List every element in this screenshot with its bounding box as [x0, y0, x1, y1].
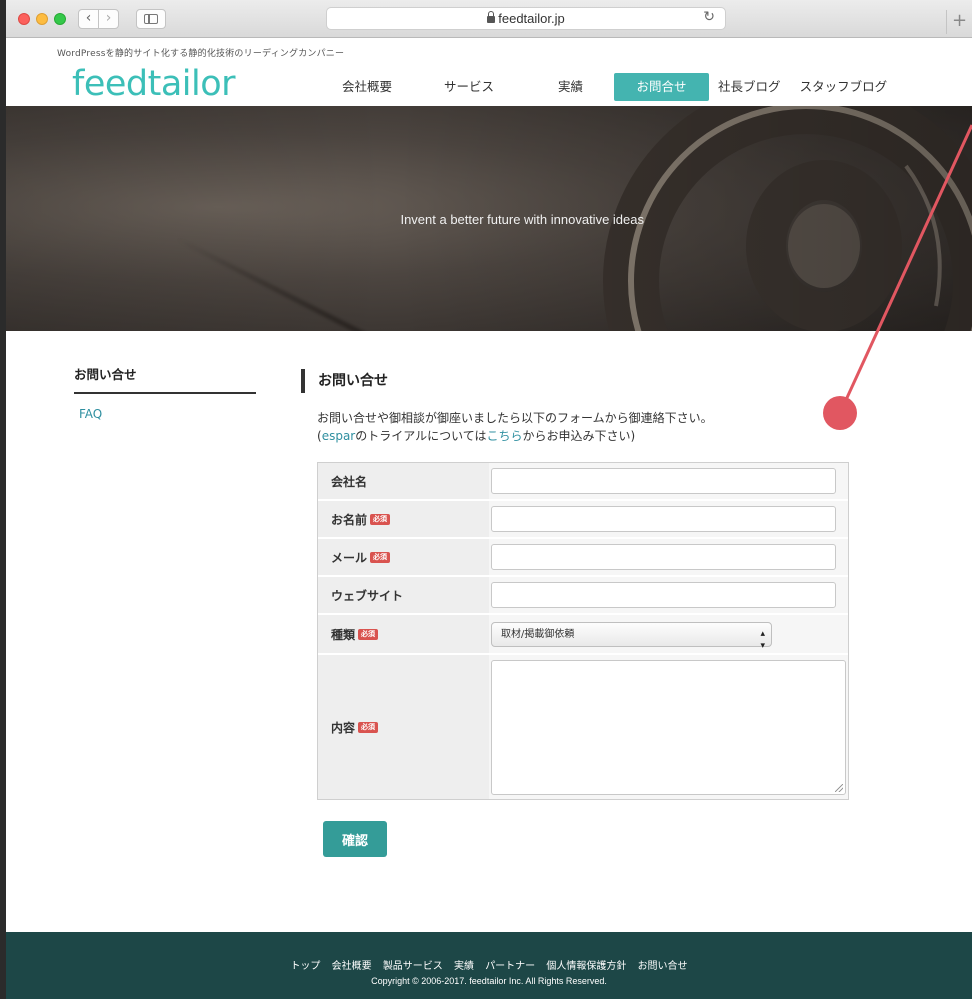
form-row-type: 種類 必須 取材/掲載御依頼 ▴ ▾ — [318, 615, 848, 655]
hero-banner: Invent a better future with innovative i… — [6, 106, 972, 331]
footer-link-products[interactable]: 製品サービス — [383, 961, 443, 972]
new-tab-button[interactable]: + — [946, 10, 972, 34]
website-label-text: ウェブサイト — [331, 588, 404, 603]
content-label-text: 内容 — [331, 720, 356, 735]
contact-form: 会社名 お名前必須 メール必須 ウェブサイト 種類必須 取材/掲載御依頼 — [317, 462, 849, 800]
copyright-text: Copyright © 2006-2017. feedtailor Inc. A… — [371, 976, 607, 986]
minimize-window-button[interactable] — [36, 13, 48, 25]
chevron-right-icon: › — [105, 10, 112, 26]
form-row-name: お名前 必須 — [318, 501, 848, 539]
email-field-cell — [489, 539, 848, 575]
email-label: メール 必須 — [318, 539, 489, 575]
site-footer: トップ 会社概要 製品サービス 実績 パートナー 個人情報保護方針 お問い合せ … — [6, 932, 972, 999]
footer-link-works[interactable]: 実績 — [454, 961, 474, 972]
confirm-button[interactable]: 確認 — [323, 821, 387, 857]
email-label-text: メール — [331, 550, 368, 565]
name-label: お名前 必須 — [318, 501, 489, 537]
intro-line-1: お問い合せや御相談が御座いましたら以下のフォームから御連絡下さい。 — [317, 411, 713, 425]
page-title: お問い合せ — [301, 369, 861, 393]
type-label-text: 種類 — [331, 627, 356, 642]
name-label-text: お名前 — [331, 512, 368, 527]
nav-item-ceo-blog[interactable]: 社長ブログ — [718, 73, 781, 101]
sidebar-toggle-button[interactable] — [136, 9, 166, 29]
zoom-window-button[interactable] — [54, 13, 66, 25]
required-badge: 必須 — [370, 551, 391, 563]
company-field-cell — [489, 463, 848, 499]
kochira-link[interactable]: こちら — [487, 429, 523, 443]
content-field-cell — [489, 655, 848, 799]
name-field-cell — [489, 501, 848, 537]
footer-link-contact[interactable]: お問い合せ — [638, 961, 688, 972]
required-badge: 必須 — [370, 513, 391, 525]
hero-tagline: Invent a better future with innovative i… — [400, 212, 644, 227]
website-field-cell — [489, 577, 848, 613]
sidebar-item-faq[interactable]: FAQ — [79, 407, 256, 421]
address-bar[interactable]: feedtailor.jp ↻ — [326, 7, 726, 30]
browser-toolbar: ‹ › feedtailor.jp ↻ + — [6, 0, 972, 38]
site-logo[interactable]: feedtailor — [72, 64, 236, 104]
nav-item-about[interactable]: 会社概要 — [342, 73, 392, 101]
company-input[interactable] — [491, 468, 836, 494]
name-input[interactable] — [491, 506, 836, 532]
required-badge: 必須 — [358, 721, 379, 733]
url-text: feedtailor.jp — [498, 11, 565, 26]
sidebar-title: お問い合せ — [74, 364, 256, 394]
intro-text: お問い合せや御相談が御座いましたら以下のフォームから御連絡下さい。 (espar… — [317, 409, 861, 445]
content-label: 内容 必須 — [318, 655, 489, 799]
back-button[interactable]: ‹ — [78, 9, 99, 29]
type-label: 種類 必須 — [318, 615, 489, 653]
sidebar-icon — [144, 14, 158, 24]
nav-item-staff-blog[interactable]: スタッフブログ — [800, 73, 888, 101]
company-label: 会社名 — [318, 463, 489, 499]
footer-link-privacy[interactable]: 個人情報保護方針 — [546, 961, 626, 972]
forward-button[interactable]: › — [98, 9, 119, 29]
close-window-button[interactable] — [18, 13, 30, 25]
type-select[interactable]: 取材/掲載御依頼 ▴ ▾ — [491, 621, 772, 651]
form-row-email: メール 必須 — [318, 539, 848, 577]
main-nav: 会社概要 サービス 実績 お問合せ 社長ブログ スタッフブログ — [342, 72, 887, 102]
company-label-text: 会社名 — [331, 474, 368, 489]
required-badge: 必須 — [358, 628, 379, 640]
site-tagline: WordPressを静的サイト化する静的化技術のリーディングカンパニー — [57, 49, 345, 59]
annotation-pointer-dot — [823, 396, 857, 430]
email-input[interactable] — [491, 544, 836, 570]
type-select-value: 取材/掲載御依頼 — [501, 628, 575, 640]
website-input[interactable] — [491, 582, 836, 608]
footer-link-partners[interactable]: パートナー — [485, 961, 535, 972]
nav-item-works[interactable]: 実績 — [558, 73, 583, 101]
intro-line-2-end: からお申込み下さい) — [522, 429, 636, 443]
nav-item-service[interactable]: サービス — [444, 73, 494, 101]
reload-icon[interactable]: ↻ — [703, 9, 715, 25]
form-row-content: 内容 必須 — [318, 655, 848, 799]
form-row-website: ウェブサイト — [318, 577, 848, 615]
footer-links: トップ 会社概要 製品サービス 実績 パートナー 個人情報保護方針 お問い合せ — [6, 957, 972, 972]
form-row-company: 会社名 — [318, 463, 848, 501]
resize-grip-icon[interactable] — [835, 783, 843, 792]
nav-item-contact[interactable]: お問合せ — [614, 73, 710, 101]
chevron-left-icon: ‹ — [85, 10, 92, 26]
espar-link[interactable]: espar — [322, 429, 356, 443]
intro-line-2-mid: のトライアルについては — [355, 429, 487, 443]
content-textarea[interactable] — [491, 659, 846, 795]
sidebar: お問い合せ FAQ — [74, 364, 256, 421]
lock-icon — [487, 11, 496, 23]
main-content: お問い合せ お問い合せや御相談が御座いましたら以下のフォームから御連絡下さい。 … — [301, 369, 861, 800]
footer-link-about[interactable]: 会社概要 — [332, 961, 372, 972]
site-header: WordPressを静的サイト化する静的化技術のリーディングカンパニー feed… — [6, 38, 972, 106]
browser-window: ‹ › feedtailor.jp ↻ + WordPressを静的サイト化する… — [6, 0, 972, 999]
footer-link-top[interactable]: トップ — [290, 961, 320, 972]
type-field-cell: 取材/掲載御依頼 ▴ ▾ — [489, 615, 848, 653]
website-label: ウェブサイト — [318, 577, 489, 613]
